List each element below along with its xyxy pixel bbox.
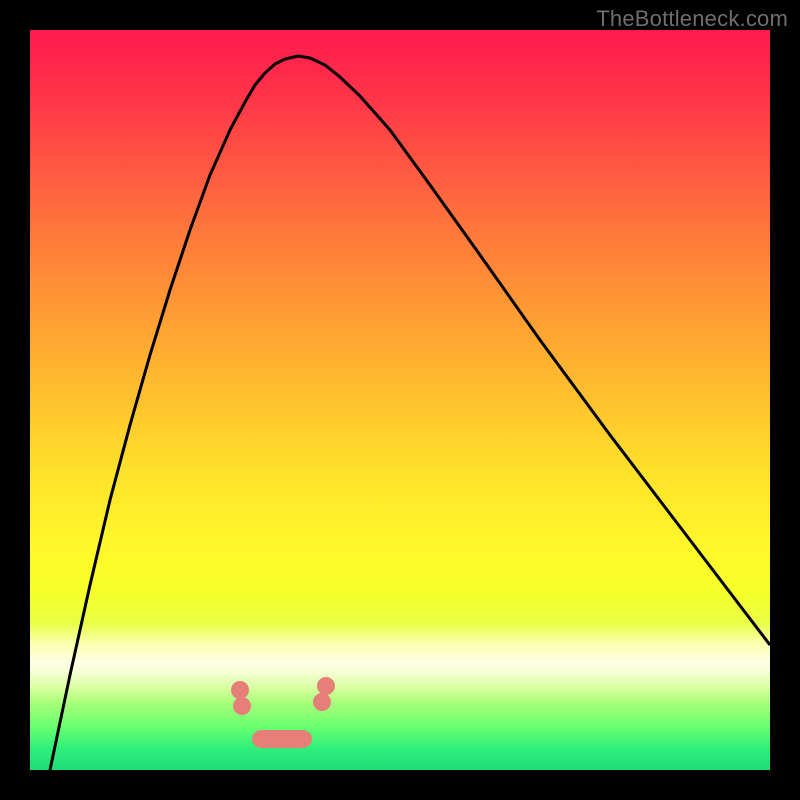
marker-dot — [233, 697, 251, 715]
marker-dot — [317, 677, 335, 695]
marker-dot — [231, 681, 249, 699]
curve-layer — [30, 30, 770, 770]
trough-bar — [252, 730, 312, 748]
bottleneck-curve — [50, 56, 770, 770]
watermark-text: TheBottleneck.com — [596, 6, 788, 32]
chart-stage: TheBottleneck.com — [0, 0, 800, 800]
markers-group — [231, 677, 335, 715]
marker-dot — [313, 693, 331, 711]
plot-area — [30, 30, 770, 770]
